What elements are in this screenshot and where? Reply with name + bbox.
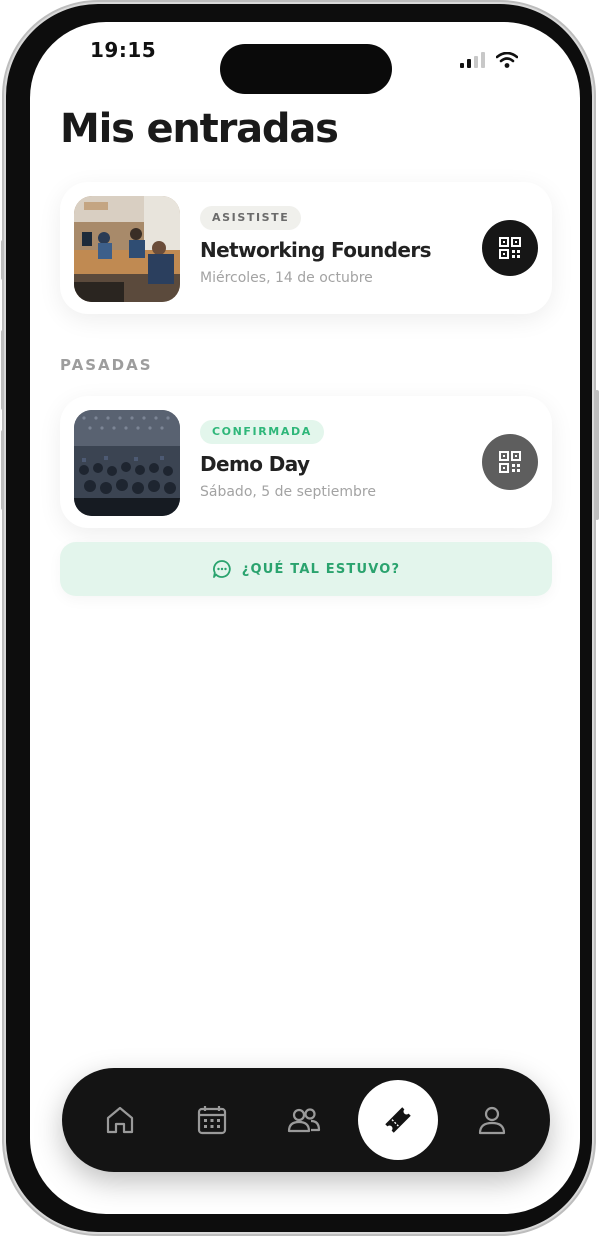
status-time: 19:15 — [90, 38, 157, 62]
nav-home[interactable] — [100, 1100, 140, 1140]
section-label-past: PASADAS — [60, 356, 153, 374]
wifi-icon — [496, 52, 518, 68]
qr-code-icon — [499, 237, 521, 259]
calendar-icon — [197, 1106, 227, 1135]
event-title: Demo Day — [200, 452, 310, 476]
chat-bubble-icon — [212, 560, 231, 578]
ticket-icon — [385, 1107, 411, 1133]
event-date: Sábado, 5 de septiembre — [200, 484, 376, 500]
status-icons — [460, 52, 518, 68]
nav-tickets[interactable] — [358, 1080, 438, 1160]
status-badge: ASISTISTE — [200, 206, 302, 230]
signal-icon — [460, 52, 485, 68]
event-card-networking-founders[interactable]: ASISTISTE Networking Founders Miércoles,… — [60, 182, 552, 314]
qr-code-button[interactable] — [482, 220, 538, 276]
home-icon — [106, 1106, 134, 1134]
qr-code-button[interactable] — [482, 434, 538, 490]
people-icon — [287, 1108, 321, 1133]
nav-calendar[interactable] — [192, 1100, 232, 1140]
profile-icon — [478, 1106, 506, 1135]
feedback-label: ¿QUÉ TAL ESTUVO? — [241, 561, 401, 577]
status-badge: CONFIRMADA — [200, 420, 324, 444]
event-title: Networking Founders — [200, 238, 432, 262]
event-date: Miércoles, 14 de octubre — [200, 270, 373, 286]
nav-community[interactable] — [284, 1100, 324, 1140]
page-title: Mis entradas — [60, 106, 339, 152]
feedback-button[interactable]: ¿QUÉ TAL ESTUVO? — [60, 542, 552, 596]
event-thumbnail — [74, 410, 180, 516]
dynamic-island — [220, 44, 392, 94]
qr-code-icon — [499, 451, 521, 473]
event-thumbnail — [74, 196, 180, 302]
app-screen: 19:15 Mis entradas ASISTISTE Networking … — [30, 22, 580, 1214]
bottom-nav-bar — [62, 1068, 550, 1172]
phone-frame: 19:15 Mis entradas ASISTISTE Networking … — [6, 4, 592, 1232]
nav-profile[interactable] — [472, 1100, 512, 1140]
event-card-demo-day[interactable]: CONFIRMADA Demo Day Sábado, 5 de septiem… — [60, 396, 552, 528]
